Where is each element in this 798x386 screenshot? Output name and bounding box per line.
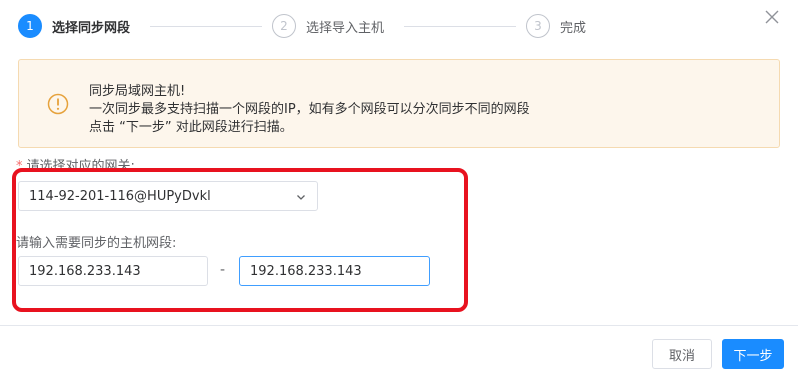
step-connector — [404, 26, 516, 27]
step-1-number: 1 — [18, 14, 42, 38]
step-2: 2 选择导入主机 — [272, 14, 384, 38]
alert-description: 点击 “下一步” 对此网段进行扫描。 — [89, 120, 293, 135]
chevron-down-icon — [297, 195, 305, 200]
gateway-select[interactable]: 114-92-201-116@HUPyDvkl — [18, 181, 318, 211]
step-3-number: 3 — [526, 14, 550, 38]
required-mark: * — [16, 159, 23, 174]
warning-alert: 同步局域网主机! 一次同步最多支持扫描一个网段的IP，如有多个网段可以分次同步不… — [18, 59, 780, 148]
ip-range-separator: - — [220, 262, 226, 278]
step-2-label: 选择导入主机 — [306, 20, 385, 36]
ip-start-input[interactable] — [18, 256, 208, 286]
step-2-number: 2 — [272, 14, 296, 38]
footer-divider — [0, 325, 798, 326]
alert-description: 一次同步最多支持扫描一个网段的IP，如有多个网段可以分次同步不同的网段 — [89, 102, 530, 117]
gateway-label: * 请选择对应的网关: — [16, 155, 135, 174]
ip-range-label: 请输入需要同步的主机网段: — [16, 236, 177, 251]
close-icon[interactable] — [764, 9, 780, 25]
ip-end-input[interactable] — [239, 256, 430, 286]
warning-circle-icon — [47, 93, 69, 115]
next-button[interactable]: 下一步 — [722, 339, 784, 369]
step-3: 3 完成 — [526, 14, 586, 38]
gateway-label-text: 请选择对应的网关: — [26, 159, 135, 174]
alert-title: 同步局域网主机! — [89, 84, 186, 99]
step-3-label: 完成 — [560, 20, 587, 36]
gateway-select-value: 114-92-201-116@HUPyDvkl — [29, 188, 211, 204]
step-connector — [150, 26, 262, 27]
sync-dialog: 1 选择同步网段 2 选择导入主机 3 完成 同步局域网主机! 一次同步最多支持… — [0, 0, 798, 386]
cancel-button[interactable]: 取消 — [652, 339, 712, 369]
step-1: 1 选择同步网段 — [18, 14, 130, 38]
step-1-label: 选择同步网段 — [52, 20, 131, 36]
